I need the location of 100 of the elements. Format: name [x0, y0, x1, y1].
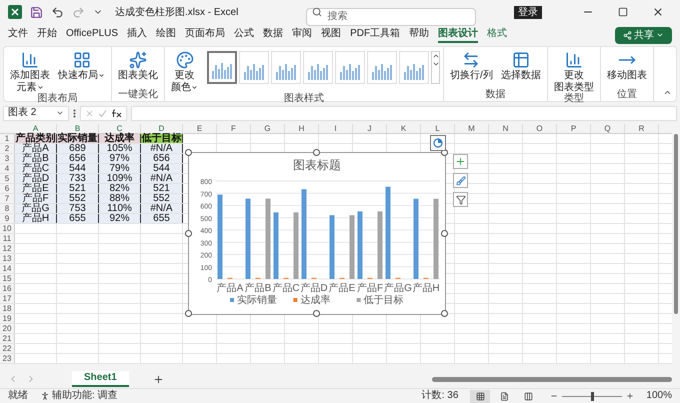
ribbon-button[interactable]: 图表美化 — [115, 51, 161, 81]
zoom-level[interactable]: 100% — [646, 391, 672, 401]
function-icon[interactable] — [111, 108, 122, 118]
column-header[interactable]: K — [387, 124, 421, 133]
maximize-icon[interactable] — [618, 7, 628, 17]
menu-tab[interactable]: 图表设计 — [438, 27, 478, 43]
row-header[interactable]: 13 — [0, 254, 15, 263]
menu-tab[interactable]: 插入 — [127, 27, 148, 43]
resize-handle[interactable] — [185, 230, 192, 236]
column-header[interactable]: P — [557, 124, 591, 133]
row-header[interactable]: 5 — [0, 174, 15, 183]
row-header[interactable]: 17 — [0, 294, 15, 303]
row-header[interactable]: 4 — [0, 164, 15, 173]
column-header[interactable]: B — [57, 124, 99, 133]
brush-button[interactable] — [453, 173, 468, 188]
vertical-scrollbar[interactable] — [672, 124, 680, 364]
column-header[interactable]: F — [217, 124, 251, 133]
scroll-up-icon[interactable] — [432, 52, 440, 60]
sign-in-button[interactable]: 登录 — [514, 6, 542, 18]
column-header[interactable]: N — [489, 124, 523, 133]
menu-tab[interactable]: 帮助 — [409, 27, 430, 43]
formula-input[interactable] — [131, 106, 677, 120]
menu-tab[interactable]: 开始 — [37, 27, 57, 43]
column-header[interactable]: A — [15, 124, 57, 133]
redo-icon[interactable] — [72, 6, 85, 18]
row-header[interactable]: 12 — [0, 244, 15, 253]
horizontal-scrollbar[interactable] — [432, 375, 672, 383]
grid-view-icon[interactable] — [470, 390, 490, 402]
row-header[interactable]: 20 — [0, 324, 15, 333]
row-header[interactable]: 11 — [0, 234, 15, 243]
row-header[interactable]: 19 — [0, 314, 15, 323]
ribbon-button[interactable]: 选择数据 — [498, 51, 544, 81]
check-icon[interactable] — [98, 108, 107, 118]
scroll-down-icon[interactable] — [432, 60, 440, 68]
menu-tab[interactable]: 页面布局 — [185, 27, 226, 43]
row-header[interactable]: 23 — [0, 354, 15, 363]
row-header[interactable]: 8 — [0, 204, 15, 213]
search-field[interactable]: 搜索 — [306, 8, 476, 26]
row-header[interactable]: 3 — [0, 154, 15, 163]
name-box[interactable]: 图表 2 — [3, 106, 69, 120]
resize-handle[interactable] — [441, 310, 448, 317]
chart-style-icon[interactable] — [430, 135, 446, 151]
row-header[interactable]: 14 — [0, 264, 15, 273]
column-header[interactable]: M — [455, 124, 489, 133]
row-header[interactable]: 10 — [0, 224, 15, 233]
add-sheet-icon[interactable] — [152, 374, 164, 384]
row-header[interactable]: 16 — [0, 284, 15, 293]
column-header[interactable]: E — [183, 124, 217, 133]
resize-handle[interactable] — [313, 310, 320, 317]
row-header[interactable]: 21 — [0, 334, 15, 343]
ribbon-button[interactable]: 切换行/列 — [447, 51, 496, 81]
column-header[interactable]: G — [251, 124, 285, 133]
menu-tab[interactable]: 格式 — [487, 27, 508, 43]
ribbon-button[interactable]: 添加图表 元素 — [7, 51, 53, 93]
row-header[interactable]: 9 — [0, 214, 15, 223]
column-header[interactable]: J — [353, 124, 387, 133]
undo-icon[interactable] — [51, 6, 64, 18]
save-icon[interactable] — [30, 6, 43, 18]
ribbon-button[interactable]: 快速布局 — [55, 51, 108, 81]
menu-tab[interactable]: PDF工具箱 — [350, 27, 400, 43]
accessibility-icon[interactable] — [40, 391, 50, 401]
column-header[interactable]: Q — [591, 124, 625, 133]
collapse-ribbon-icon[interactable] — [663, 88, 672, 97]
column-header[interactable]: I — [319, 124, 353, 133]
ribbon-button[interactable]: 更改 颜色 — [168, 51, 201, 93]
column-header[interactable]: R — [625, 124, 659, 133]
close-icon[interactable] — [652, 6, 664, 18]
sheet-tab[interactable]: Sheet1 — [72, 371, 129, 387]
zoom-in-icon[interactable] — [626, 392, 634, 400]
resize-handle[interactable] — [185, 310, 192, 317]
column-header[interactable]: H — [285, 124, 319, 133]
menu-tab[interactable]: 审阅 — [292, 27, 312, 43]
filter-button[interactable] — [453, 192, 468, 207]
resize-handle[interactable] — [313, 149, 320, 156]
chart-style-thumbnail[interactable] — [207, 51, 237, 84]
row-header[interactable]: 2 — [0, 144, 15, 153]
accessibility-status[interactable]: 辅助功能: 调查 — [52, 391, 118, 401]
menu-tab[interactable]: OfficePLUS — [66, 27, 118, 43]
menu-tab[interactable]: 公式 — [234, 27, 254, 43]
ribbon-button[interactable]: 更改 图表类型 — [550, 51, 597, 93]
menu-tab[interactable]: 数据 — [263, 27, 284, 43]
column-header[interactable]: C — [99, 124, 141, 133]
resize-handle[interactable] — [441, 230, 448, 236]
column-header[interactable]: D — [141, 124, 183, 133]
share-button[interactable]: 共享 — [615, 26, 672, 44]
menu-tab[interactable]: 文件 — [8, 27, 28, 43]
ribbon-button[interactable]: 移动图表 — [604, 51, 650, 81]
resize-handle[interactable] — [185, 149, 192, 156]
row-header[interactable]: 22 — [0, 344, 15, 353]
row-header[interactable]: 18 — [0, 304, 15, 313]
row-header[interactable]: 1 — [0, 134, 15, 143]
column-header[interactable]: O — [523, 124, 557, 133]
row-header[interactable]: 15 — [0, 274, 15, 283]
zoom-thumb[interactable] — [591, 392, 594, 400]
row-header[interactable]: 7 — [0, 194, 15, 203]
column-header[interactable]: L — [421, 124, 455, 133]
add-element-button[interactable] — [453, 154, 468, 169]
row-header[interactable]: 6 — [0, 184, 15, 193]
cancel-icon[interactable] — [85, 108, 94, 118]
menu-tab[interactable]: 绘图 — [156, 27, 176, 43]
